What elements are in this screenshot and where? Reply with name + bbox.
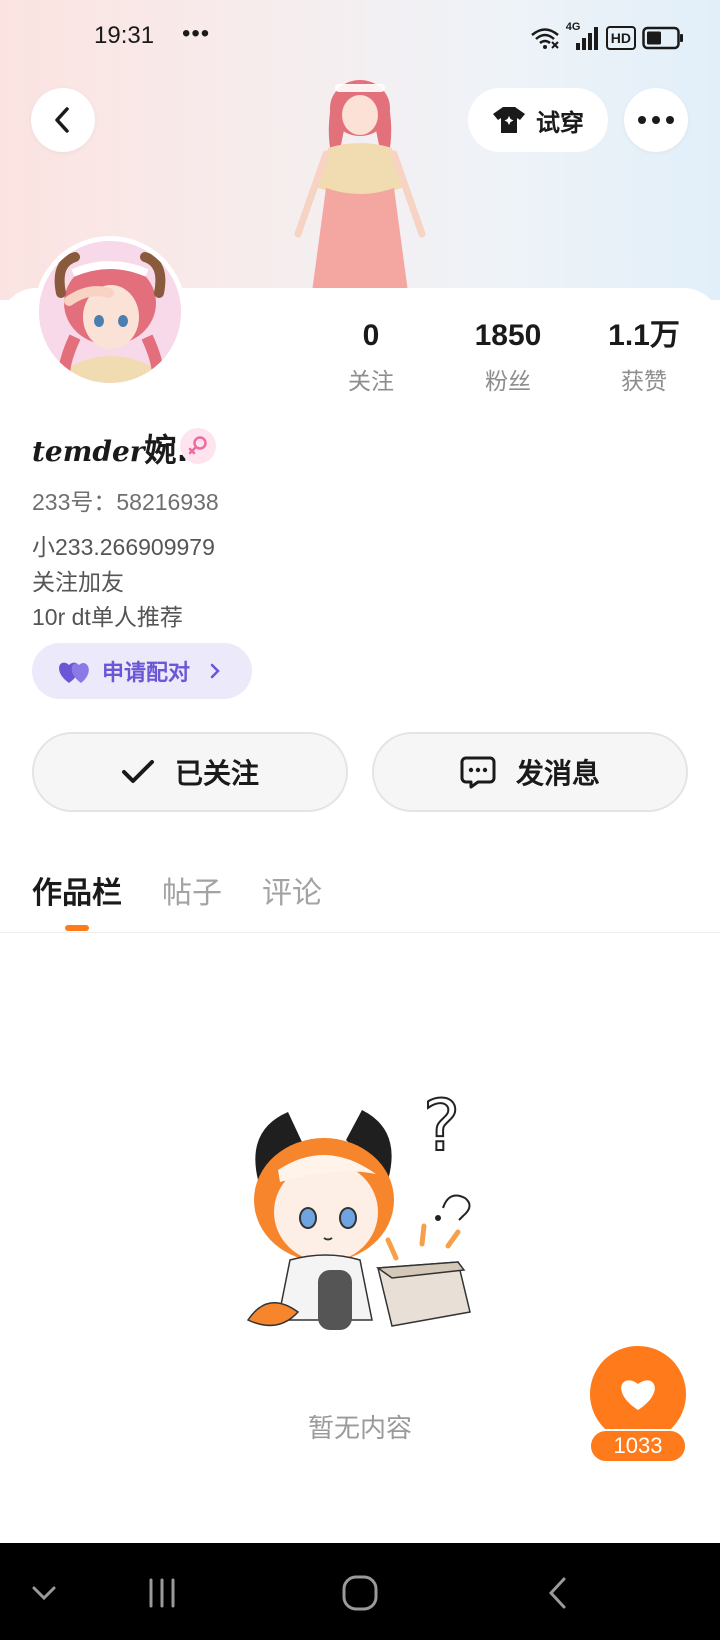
stat-followers[interactable]: 1850 粉丝 — [453, 316, 563, 396]
likes-received-count: 1.1万 — [608, 319, 680, 352]
try-on-label: 试穿 — [536, 109, 584, 137]
following-count: 0 — [362, 319, 380, 352]
following-button[interactable]: 已关注 — [32, 732, 348, 812]
wifi-icon — [530, 28, 559, 49]
avatar-portrait — [39, 241, 181, 383]
tab-indicator — [65, 925, 89, 931]
nav-home-icon[interactable] — [338, 1571, 382, 1615]
tab-comments[interactable]: 评论 — [262, 868, 322, 912]
back-button[interactable] — [31, 88, 95, 152]
tab-posts[interactable]: 帖子 — [162, 868, 222, 912]
avatar[interactable] — [34, 236, 186, 388]
following-label: 关注 — [348, 368, 394, 394]
signal-icon: 4G — [566, 21, 600, 51]
more-dots-icon — [638, 116, 674, 124]
nav-back-icon[interactable] — [536, 1571, 580, 1615]
chevron-left-icon — [55, 107, 69, 133]
battery-icon — [642, 26, 683, 50]
nav-hide-icon[interactable] — [22, 1571, 66, 1615]
female-badge — [180, 428, 216, 464]
followers-count: 1850 — [474, 319, 542, 352]
username: temder婉. — [32, 425, 189, 471]
avatar-figure-banner — [294, 80, 426, 292]
tab-divider — [0, 932, 720, 933]
more-button[interactable] — [624, 88, 688, 152]
bio-line-2: 关注加友 — [32, 569, 124, 595]
svg-text:?: ? — [423, 1090, 460, 1167]
hd-badge: HD — [605, 26, 636, 50]
following-button-label: 已关注 — [174, 758, 259, 789]
shirt-icon — [493, 107, 525, 133]
try-on-button[interactable]: 试穿 — [468, 88, 608, 152]
status-bar: 19:31 ••• 4G HD — [0, 0, 720, 76]
chevron-right-icon — [210, 663, 220, 679]
like-count: 1033 — [589, 1429, 687, 1463]
like-button[interactable] — [590, 1346, 686, 1442]
username-script: temder — [32, 435, 145, 468]
status-icons: 4G HD — [530, 21, 684, 52]
send-message-button[interactable]: 发消息 — [372, 732, 688, 812]
check-icon — [121, 760, 154, 783]
message-icon — [460, 756, 496, 789]
bio-line-3: 10r dt单人推荐 — [32, 604, 183, 630]
heart-icon — [621, 1380, 655, 1410]
heart-pair-icon — [59, 662, 89, 683]
female-icon — [188, 436, 207, 455]
user-id: 233号：58216938 — [32, 489, 219, 515]
system-nav-bar — [0, 1543, 720, 1640]
request-pair-button[interactable]: 申请配对 — [32, 643, 252, 699]
tab-works[interactable]: 作品栏 — [32, 868, 122, 912]
likes-received-label: 获赞 — [621, 368, 667, 394]
status-more-dots: ••• — [182, 20, 211, 47]
nav-recents-icon[interactable] — [140, 1571, 184, 1615]
status-time: 19:31 — [94, 22, 155, 49]
stat-following[interactable]: 0 关注 — [316, 316, 426, 396]
followers-label: 粉丝 — [485, 368, 531, 394]
bio-line-1: 小233.266909979 — [32, 534, 215, 560]
request-pair-label: 申请配对 — [102, 660, 191, 685]
send-message-label: 发消息 — [515, 758, 600, 789]
empty-state-illustration: ? — [246, 1090, 471, 1330]
stat-likes[interactable]: 1.1万 获赞 — [589, 316, 699, 396]
